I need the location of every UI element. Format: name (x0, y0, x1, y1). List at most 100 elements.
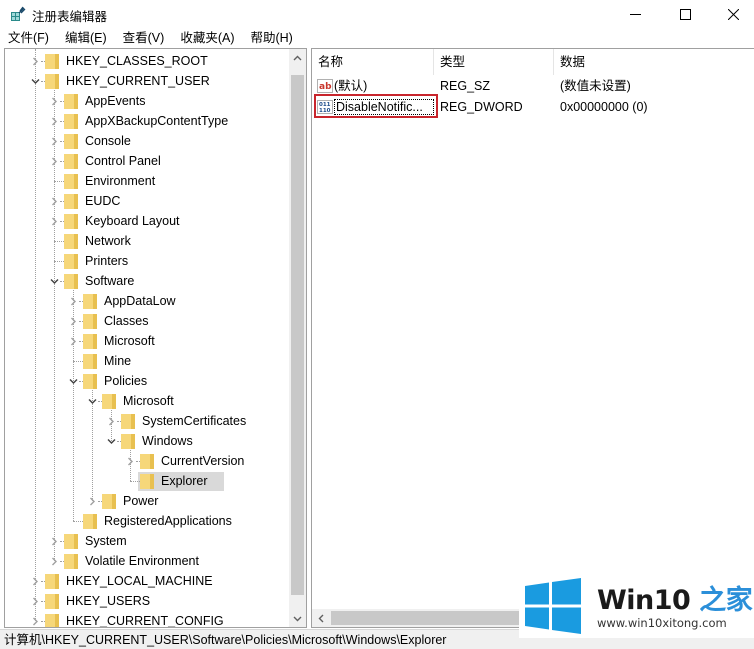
minimize-button[interactable] (612, 0, 658, 28)
tree-node[interactable]: EUDC (5, 191, 289, 211)
chevron-down-icon[interactable] (107, 437, 116, 446)
tree-connector (73, 521, 83, 522)
tree-node-label: HKEY_LOCAL_MACHINE (66, 574, 213, 588)
column-header-data[interactable]: 数据 (554, 49, 754, 75)
tree-node[interactable]: Mine (5, 351, 289, 371)
tree-node[interactable]: RegisteredApplications (5, 511, 289, 531)
chevron-right-icon[interactable] (69, 317, 78, 326)
registry-tree[interactable]: HKEY_CLASSES_ROOT HKEY_CURRENT_USER AppEve… (4, 48, 307, 628)
tree-node-label: Printers (85, 254, 129, 268)
menu-file[interactable]: 文件(F) (0, 28, 57, 48)
chevron-right-icon[interactable] (107, 417, 116, 426)
tree-node[interactable]: Microsoft (5, 391, 289, 411)
chevron-right-icon[interactable] (50, 557, 59, 566)
folder-icon (64, 534, 78, 549)
tree-node[interactable]: HKEY_CLASSES_ROOT (5, 51, 289, 71)
chevron-right-icon[interactable] (31, 597, 40, 606)
tree-node[interactable]: Console (5, 131, 289, 151)
tree-node[interactable]: Windows (5, 431, 289, 451)
folder-icon (64, 154, 78, 169)
tree-node-label: HKEY_CURRENT_USER (66, 74, 210, 88)
tree-connector (73, 361, 83, 362)
folder-icon (121, 414, 135, 429)
tree-node-label: Power (123, 494, 159, 508)
close-button[interactable] (710, 0, 754, 28)
tree-node[interactable]: HKEY_USERS (5, 591, 289, 611)
chevron-right-icon[interactable] (50, 217, 59, 226)
folder-icon (83, 374, 97, 389)
scroll-left-button[interactable] (312, 609, 329, 627)
tree-node[interactable]: Power (5, 491, 289, 511)
watermark-title: Win10 之家 (597, 578, 753, 617)
column-header-type[interactable]: 类型 (434, 49, 554, 75)
tree-node[interactable]: Microsoft (5, 331, 289, 351)
chevron-right-icon[interactable] (50, 97, 59, 106)
tree-node-label: Classes (104, 314, 149, 328)
folder-icon (83, 294, 97, 309)
tree-node[interactable]: AppEvents (5, 91, 289, 111)
tree-node[interactable]: HKEY_LOCAL_MACHINE (5, 571, 289, 591)
chevron-right-icon[interactable] (69, 297, 78, 306)
folder-icon (64, 134, 78, 149)
chevron-down-icon[interactable] (69, 377, 78, 386)
scroll-down-button[interactable] (289, 610, 306, 627)
column-header-name[interactable]: 名称 (312, 49, 434, 75)
scroll-up-button[interactable] (289, 49, 306, 66)
value-type: REG_DWORD (440, 100, 523, 114)
tree-node-label: Explorer (161, 474, 208, 488)
chevron-right-icon[interactable] (50, 117, 59, 126)
tree-node[interactable]: AppXBackupContentType (5, 111, 289, 131)
menu-favorites[interactable]: 收藏夹(A) (172, 28, 242, 48)
tree-node[interactable]: Network (5, 231, 289, 251)
tree-node[interactable]: CurrentVersion (5, 451, 289, 471)
folder-icon (83, 354, 97, 369)
tree-node-selected[interactable]: Explorer (5, 471, 289, 491)
chevron-down-icon[interactable] (31, 77, 40, 86)
minimize-icon (629, 13, 641, 15)
tree-node[interactable]: HKEY_CURRENT_USER (5, 71, 289, 91)
chevron-right-icon[interactable] (50, 157, 59, 166)
tree-node[interactable]: Environment (5, 171, 289, 191)
scroll-thumb[interactable] (291, 75, 304, 595)
tree-node[interactable]: Classes (5, 311, 289, 331)
chevron-right-icon[interactable] (88, 497, 97, 506)
tree-node[interactable]: Software (5, 271, 289, 291)
chevron-right-icon[interactable] (69, 337, 78, 346)
tree-node[interactable]: SystemCertificates (5, 411, 289, 431)
maximize-icon (679, 8, 691, 20)
chevron-right-icon[interactable] (126, 457, 135, 466)
folder-icon (102, 494, 116, 509)
folder-icon (45, 74, 59, 89)
maximize-button[interactable] (662, 0, 708, 28)
tree-node-label: SystemCertificates (142, 414, 247, 428)
menu-help[interactable]: 帮助(H) (242, 28, 300, 48)
chevron-right-icon[interactable] (50, 137, 59, 146)
chevron-down-icon[interactable] (50, 277, 59, 286)
tree-vertical-scrollbar[interactable] (289, 49, 306, 627)
chevron-right-icon[interactable] (31, 617, 40, 626)
chevron-right-icon[interactable] (31, 577, 40, 586)
values-list[interactable]: 名称 类型 数据 ab (默认) REG_SZ (数值未设置) 011 110 … (311, 48, 754, 628)
tree-node[interactable]: System (5, 531, 289, 551)
chevron-right-icon[interactable] (31, 57, 40, 66)
value-row[interactable]: ab (默认) REG_SZ (数值未设置) (312, 76, 752, 96)
tree-node[interactable]: Keyboard Layout (5, 211, 289, 231)
tree-node[interactable]: Volatile Environment (5, 551, 289, 571)
menu-view[interactable]: 查看(V) (115, 28, 173, 48)
tree-node[interactable]: HKEY_CURRENT_CONFIG (5, 611, 289, 627)
tree-node[interactable]: Printers (5, 251, 289, 271)
chevron-right-icon[interactable] (50, 197, 59, 206)
tree-node[interactable]: Policies (5, 371, 289, 391)
chevron-right-icon[interactable] (50, 537, 59, 546)
chevron-down-icon[interactable] (88, 397, 97, 406)
value-name: (默认) (334, 79, 368, 93)
folder-icon (83, 314, 97, 329)
folder-icon (64, 214, 78, 229)
tree-node-label: Windows (142, 434, 193, 448)
menu-edit[interactable]: 编辑(E) (57, 28, 115, 48)
tree-node-label: Console (85, 134, 131, 148)
folder-icon (45, 594, 59, 609)
folder-icon (45, 614, 59, 627)
tree-node[interactable]: Control Panel (5, 151, 289, 171)
tree-node[interactable]: AppDataLow (5, 291, 289, 311)
